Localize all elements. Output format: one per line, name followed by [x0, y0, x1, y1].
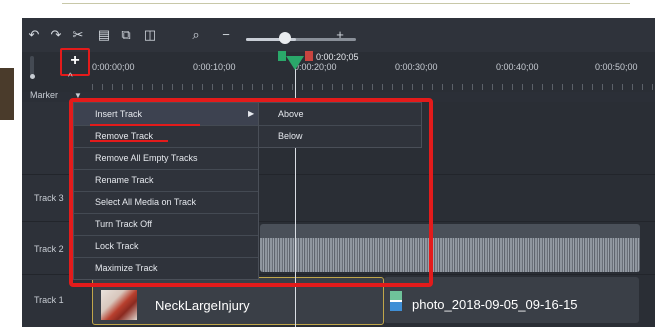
ruler-tick-label: 0:00:50;00: [595, 62, 638, 72]
ruler-tick-label: 0:00:40;00: [496, 62, 539, 72]
clip-label: photo_2018-09-05_09-16-15: [412, 297, 578, 312]
copy-icon[interactable]: ▤: [96, 27, 112, 43]
paste-icon[interactable]: ⧉: [118, 27, 134, 43]
zoom-slider-knob[interactable]: [279, 32, 291, 44]
zoom-in-button[interactable]: +: [332, 27, 348, 43]
annotation-underline: [90, 124, 200, 126]
timeline-toolbar: ↶ ↷ ✂ ▤ ⧉ ◫ ⌕ − +: [22, 18, 655, 52]
ruler-ticks: [92, 84, 655, 90]
cut-icon[interactable]: ✂: [70, 27, 86, 43]
ruler-tick-label: 0:00:10;00: [193, 62, 236, 72]
selection-start-handle[interactable]: [278, 51, 286, 61]
menu-highlight-box: [69, 98, 433, 287]
magnifier-icon: ⌕: [192, 27, 200, 42]
track-label: Track 1: [34, 295, 64, 305]
undo-icon[interactable]: ↶: [26, 27, 42, 43]
track-height-knob[interactable]: [30, 74, 35, 79]
annotation-underline: [90, 140, 168, 142]
side-tab: [0, 68, 14, 120]
selection-end-handle[interactable]: [305, 51, 313, 61]
redo-icon[interactable]: ↷: [48, 27, 64, 43]
clip-label: NeckLargeInjury: [155, 298, 250, 313]
track-label: Track 3: [34, 193, 64, 203]
playhead-handle[interactable]: [286, 56, 304, 70]
ruler-tick-label: 0:00:30;00: [395, 62, 438, 72]
marker-label: Marker: [30, 90, 59, 100]
ruler-tick-label: 0:00:00;00: [92, 62, 135, 72]
split-icon[interactable]: ◫: [142, 27, 158, 43]
chevron-up-icon[interactable]: ^: [68, 72, 73, 83]
add-track-highlight: [60, 48, 90, 76]
track-height-slider[interactable]: [30, 56, 34, 76]
clip-thumbnail: [101, 290, 137, 320]
track-label: Track 2: [34, 244, 64, 254]
zoom-out-button[interactable]: −: [218, 27, 234, 43]
image-file-icon: [390, 291, 402, 311]
playhead-time: 0:00:20;05: [316, 52, 359, 62]
top-divider: [62, 3, 630, 4]
